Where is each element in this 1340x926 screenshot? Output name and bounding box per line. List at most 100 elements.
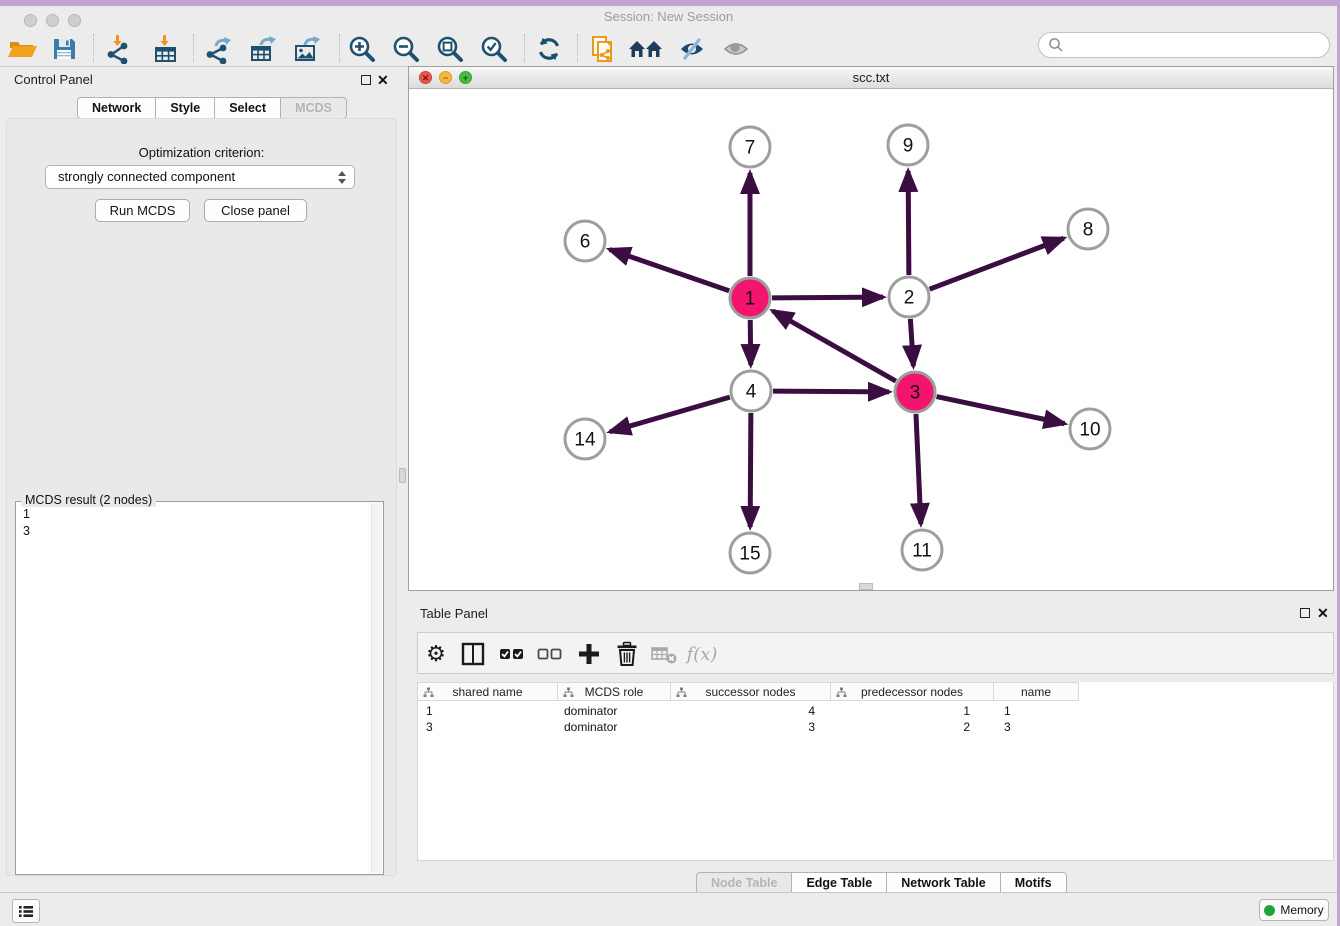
mcds-result-text[interactable]: 1 3 [23, 506, 30, 540]
tab-mcds[interactable]: MCDS [281, 97, 347, 119]
network-minimize-button[interactable]: − [439, 71, 452, 84]
toolbar-separator [524, 34, 525, 62]
zoom-fit-button[interactable] [434, 33, 466, 65]
eye-icon [721, 34, 751, 64]
table-settings-button[interactable]: ⚙ [420, 638, 452, 670]
home-button[interactable] [630, 33, 662, 65]
graph-edge-2-3[interactable] [910, 319, 913, 366]
tab-select[interactable]: Select [215, 97, 281, 119]
table-row[interactable]: 1 dominator 4 1 1 [418, 703, 1079, 719]
column-header-successor-nodes[interactable]: successor nodes [671, 682, 831, 701]
graph-node-label: 9 [903, 136, 914, 157]
tree-icon [676, 687, 687, 698]
memory-status-dot [1264, 905, 1275, 916]
destroy-table-button[interactable] [648, 638, 680, 670]
tab-node-table[interactable]: Node Table [696, 872, 792, 894]
control-panel-close-button[interactable]: ✕ [377, 73, 389, 87]
memory-button[interactable]: Memory [1259, 899, 1329, 921]
column-header-predecessor-nodes[interactable]: predecessor nodes [831, 682, 994, 701]
tab-network[interactable]: Network [77, 97, 156, 119]
zoom-in-button[interactable] [346, 33, 378, 65]
table-row[interactable]: 3 dominator 3 2 3 [418, 719, 1079, 735]
cell-shared-name: 1 [418, 703, 558, 719]
open-session-button[interactable] [6, 33, 38, 65]
search-input[interactable] [1038, 32, 1330, 58]
column-header-name[interactable]: name [994, 682, 1079, 701]
graph-edge-3-1[interactable] [773, 311, 896, 381]
graph-edge-3-10[interactable] [937, 397, 1065, 424]
clone-network-button[interactable] [588, 33, 620, 65]
select-all-icon [499, 641, 525, 667]
status-bar: Memory [0, 892, 1337, 926]
network-maximize-button[interactable]: + [459, 71, 472, 84]
graph-edge-2-8[interactable] [930, 238, 1064, 289]
graph-node-15[interactable]: 15 [730, 533, 770, 573]
graph-edge-4-3[interactable] [773, 391, 889, 392]
graph-edge-1-6[interactable] [610, 249, 730, 290]
save-session-button[interactable] [48, 33, 80, 65]
apply-layout-button[interactable] [533, 33, 565, 65]
graph-node-14[interactable]: 14 [565, 419, 605, 459]
save-floppy-icon [49, 34, 79, 64]
toolbar-separator [339, 34, 340, 62]
network-close-button[interactable]: ✕ [419, 71, 432, 84]
table-delete-icon [650, 641, 678, 667]
select-all-button[interactable] [496, 638, 528, 670]
result-scrollbar[interactable] [371, 503, 382, 873]
import-network-button[interactable] [102, 33, 134, 65]
graph-edge-2-9[interactable] [908, 171, 909, 275]
table-toolbar: ⚙ f(x) [417, 632, 1334, 674]
dropdown-spinner-icon [338, 171, 346, 184]
task-history-button[interactable] [12, 899, 40, 923]
cell-shared-name: 3 [418, 719, 558, 735]
graph-node-1[interactable]: 1 [730, 278, 770, 318]
graph-node-10[interactable]: 10 [1070, 409, 1110, 449]
column-header-shared-name[interactable]: shared name [418, 682, 558, 701]
zoom-selected-icon [479, 34, 509, 64]
show-graphics-details-button[interactable] [720, 33, 752, 65]
graph-node-2[interactable]: 2 [889, 277, 929, 317]
split-columns-button[interactable] [457, 638, 489, 670]
hide-graphics-details-button[interactable] [676, 33, 708, 65]
graph-node-4[interactable]: 4 [731, 371, 771, 411]
graph-edge-4-15[interactable] [750, 413, 751, 527]
column-header-mcds-role[interactable]: MCDS role [558, 682, 671, 701]
network-canvas[interactable]: 1 2 3 4 6 7 8 9 10 11 14 15 [409, 89, 1333, 590]
deselect-all-button[interactable] [534, 638, 566, 670]
tab-motifs[interactable]: Motifs [1001, 872, 1067, 894]
criterion-dropdown[interactable]: strongly connected component [45, 165, 355, 189]
tab-network-table[interactable]: Network Table [887, 872, 1001, 894]
graph-node-9[interactable]: 9 [888, 125, 928, 165]
clone-network-icon [589, 34, 619, 64]
graph-edge-3-11[interactable] [916, 414, 921, 524]
graph-node-11[interactable]: 11 [902, 530, 942, 570]
panel-splitter-handle[interactable] [399, 468, 406, 483]
refresh-icon [534, 34, 564, 64]
graph-node-label: 11 [912, 541, 932, 562]
delete-row-button[interactable] [611, 638, 643, 670]
graph-edge-1-2[interactable] [772, 297, 883, 298]
graph-node-7[interactable]: 7 [730, 127, 770, 167]
export-table-button[interactable] [246, 33, 278, 65]
canvas-splitter-handle[interactable] [859, 583, 873, 590]
import-table-button[interactable] [149, 33, 181, 65]
function-icon: f(x) [687, 644, 718, 665]
table-panel-float-button[interactable] [1300, 608, 1310, 618]
graph-node-6[interactable]: 6 [565, 221, 605, 261]
export-network-button[interactable] [202, 33, 234, 65]
function-builder-button[interactable]: f(x) [686, 638, 718, 670]
control-panel-float-button[interactable] [361, 75, 371, 85]
zoom-selected-button[interactable] [478, 33, 510, 65]
tab-edge-table[interactable]: Edge Table [792, 872, 887, 894]
table-panel-close-button[interactable]: ✕ [1317, 606, 1329, 620]
zoom-out-button[interactable] [390, 33, 422, 65]
run-mcds-button[interactable]: Run MCDS [95, 199, 190, 222]
export-image-button[interactable] [290, 33, 322, 65]
close-panel-button[interactable]: Close panel [204, 199, 307, 222]
eye-slash-icon [677, 34, 707, 64]
graph-node-3[interactable]: 3 [895, 372, 935, 412]
add-row-button[interactable] [573, 638, 605, 670]
graph-node-8[interactable]: 8 [1068, 209, 1108, 249]
tab-style[interactable]: Style [156, 97, 215, 119]
graph-edge-4-14[interactable] [610, 397, 730, 432]
